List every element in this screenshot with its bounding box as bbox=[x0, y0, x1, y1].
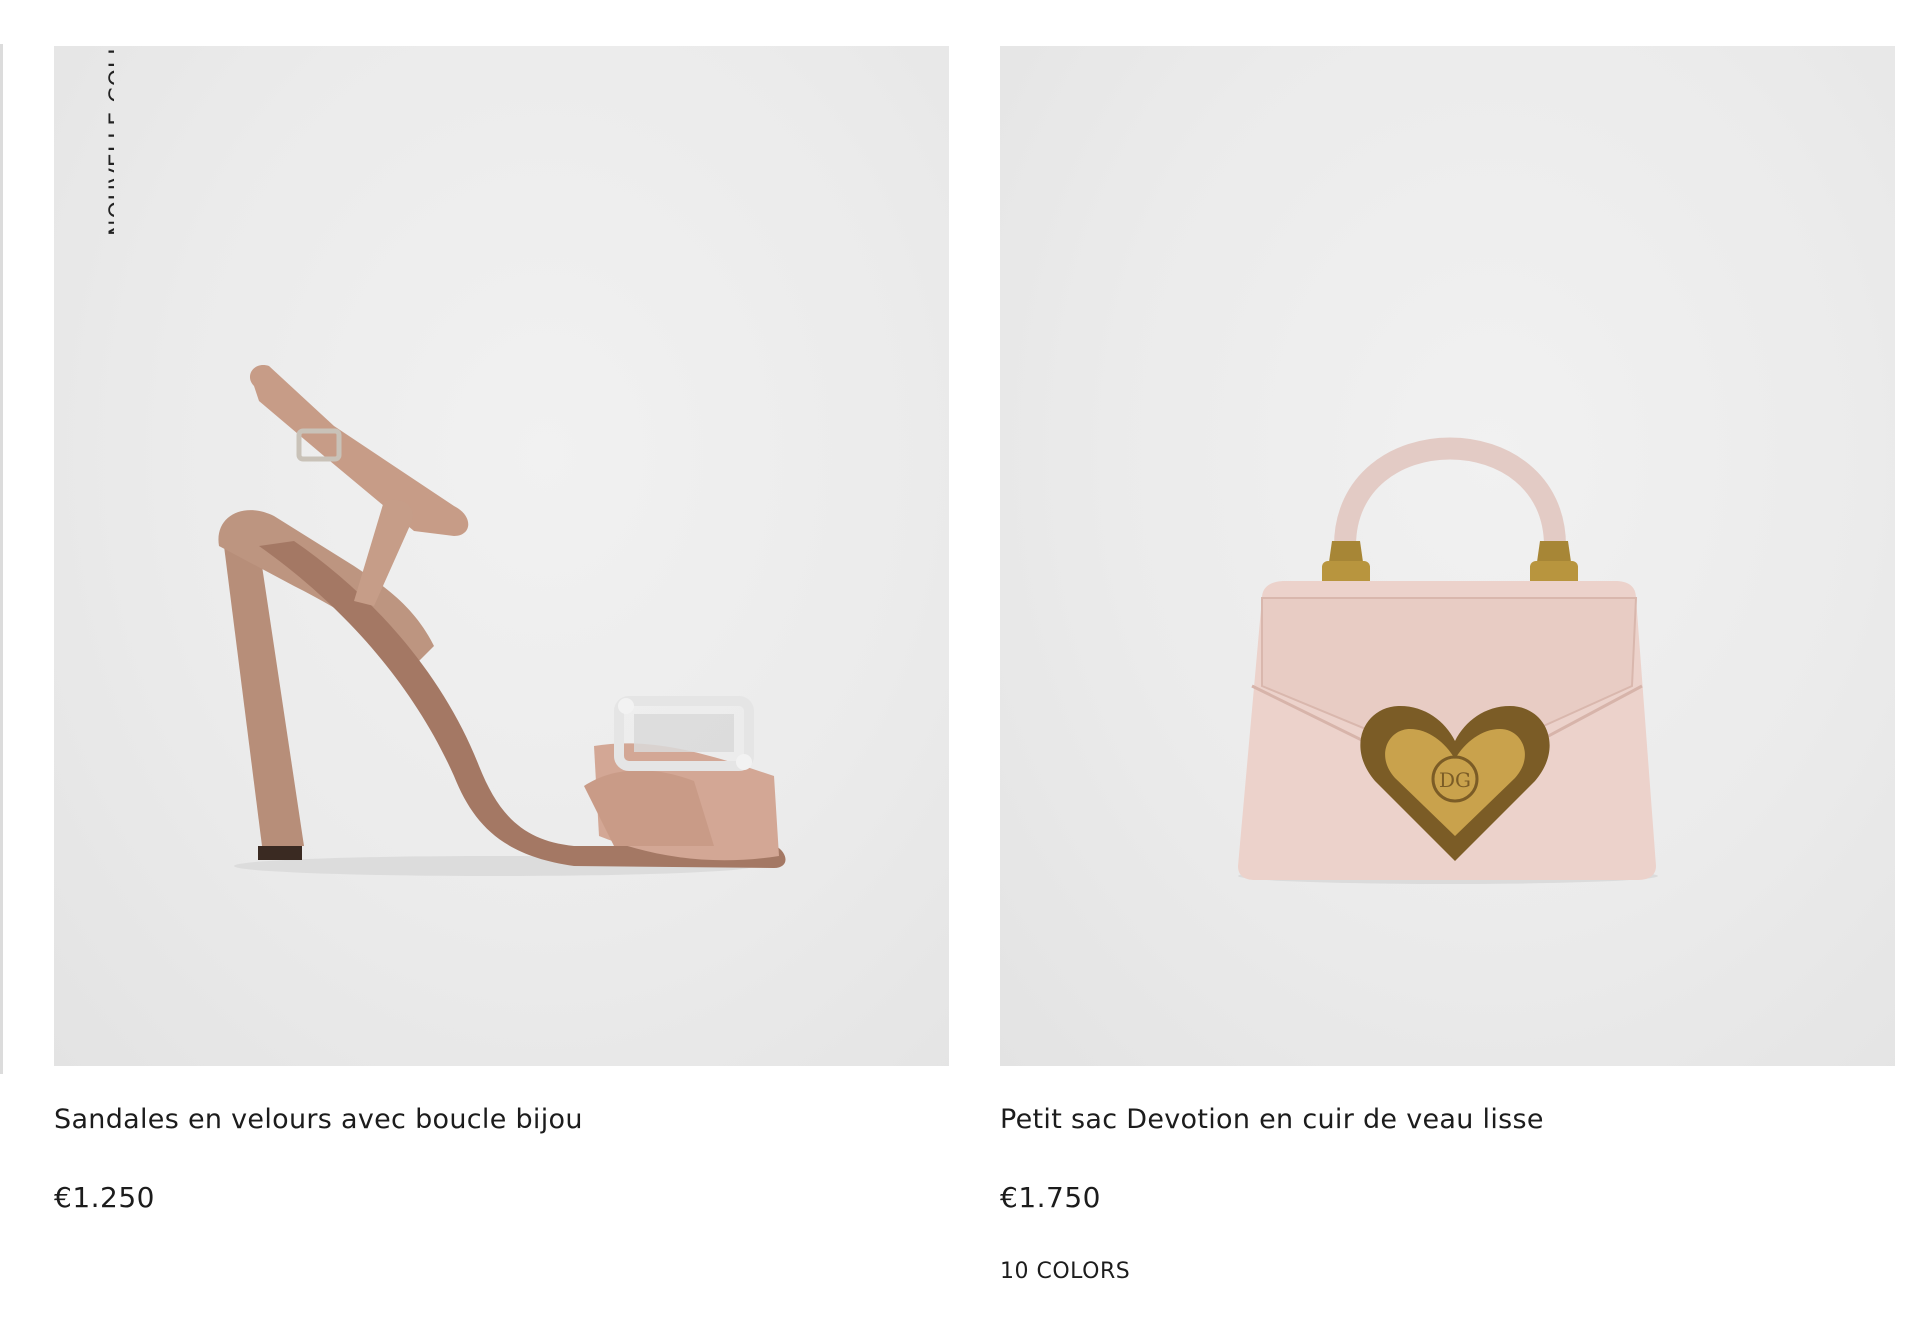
badge-label: NOUVELLE COLL bbox=[106, 46, 114, 236]
color-count-link[interactable]: 10 COLORS bbox=[1000, 1259, 1130, 1284]
product-price: €1.750 bbox=[1000, 1181, 1101, 1214]
product-title[interactable]: Sandales en velours avec boucle bijou bbox=[54, 1104, 583, 1135]
product-image-sandals[interactable]: NOUVELLE COLL bbox=[54, 46, 949, 1066]
product-price: €1.250 bbox=[54, 1181, 155, 1214]
handbag-image: DG bbox=[1238, 437, 1658, 884]
product-card-bag[interactable]: DG Petit sac Devotion en cuir de veau li… bbox=[1000, 0, 1895, 1323]
new-collection-badge: NOUVELLE COLL bbox=[84, 46, 114, 236]
product-title[interactable]: Petit sac Devotion en cuir de veau lisse bbox=[1000, 1104, 1544, 1135]
product-image-bag[interactable]: DG bbox=[1000, 46, 1895, 1066]
previous-card-edge bbox=[0, 44, 3, 1074]
svg-text:DG: DG bbox=[1439, 768, 1471, 792]
heeled-sandal-image bbox=[218, 365, 786, 876]
product-card-sandals[interactable]: NOUVELLE COLL Sandales en velours avec b… bbox=[54, 0, 949, 1323]
